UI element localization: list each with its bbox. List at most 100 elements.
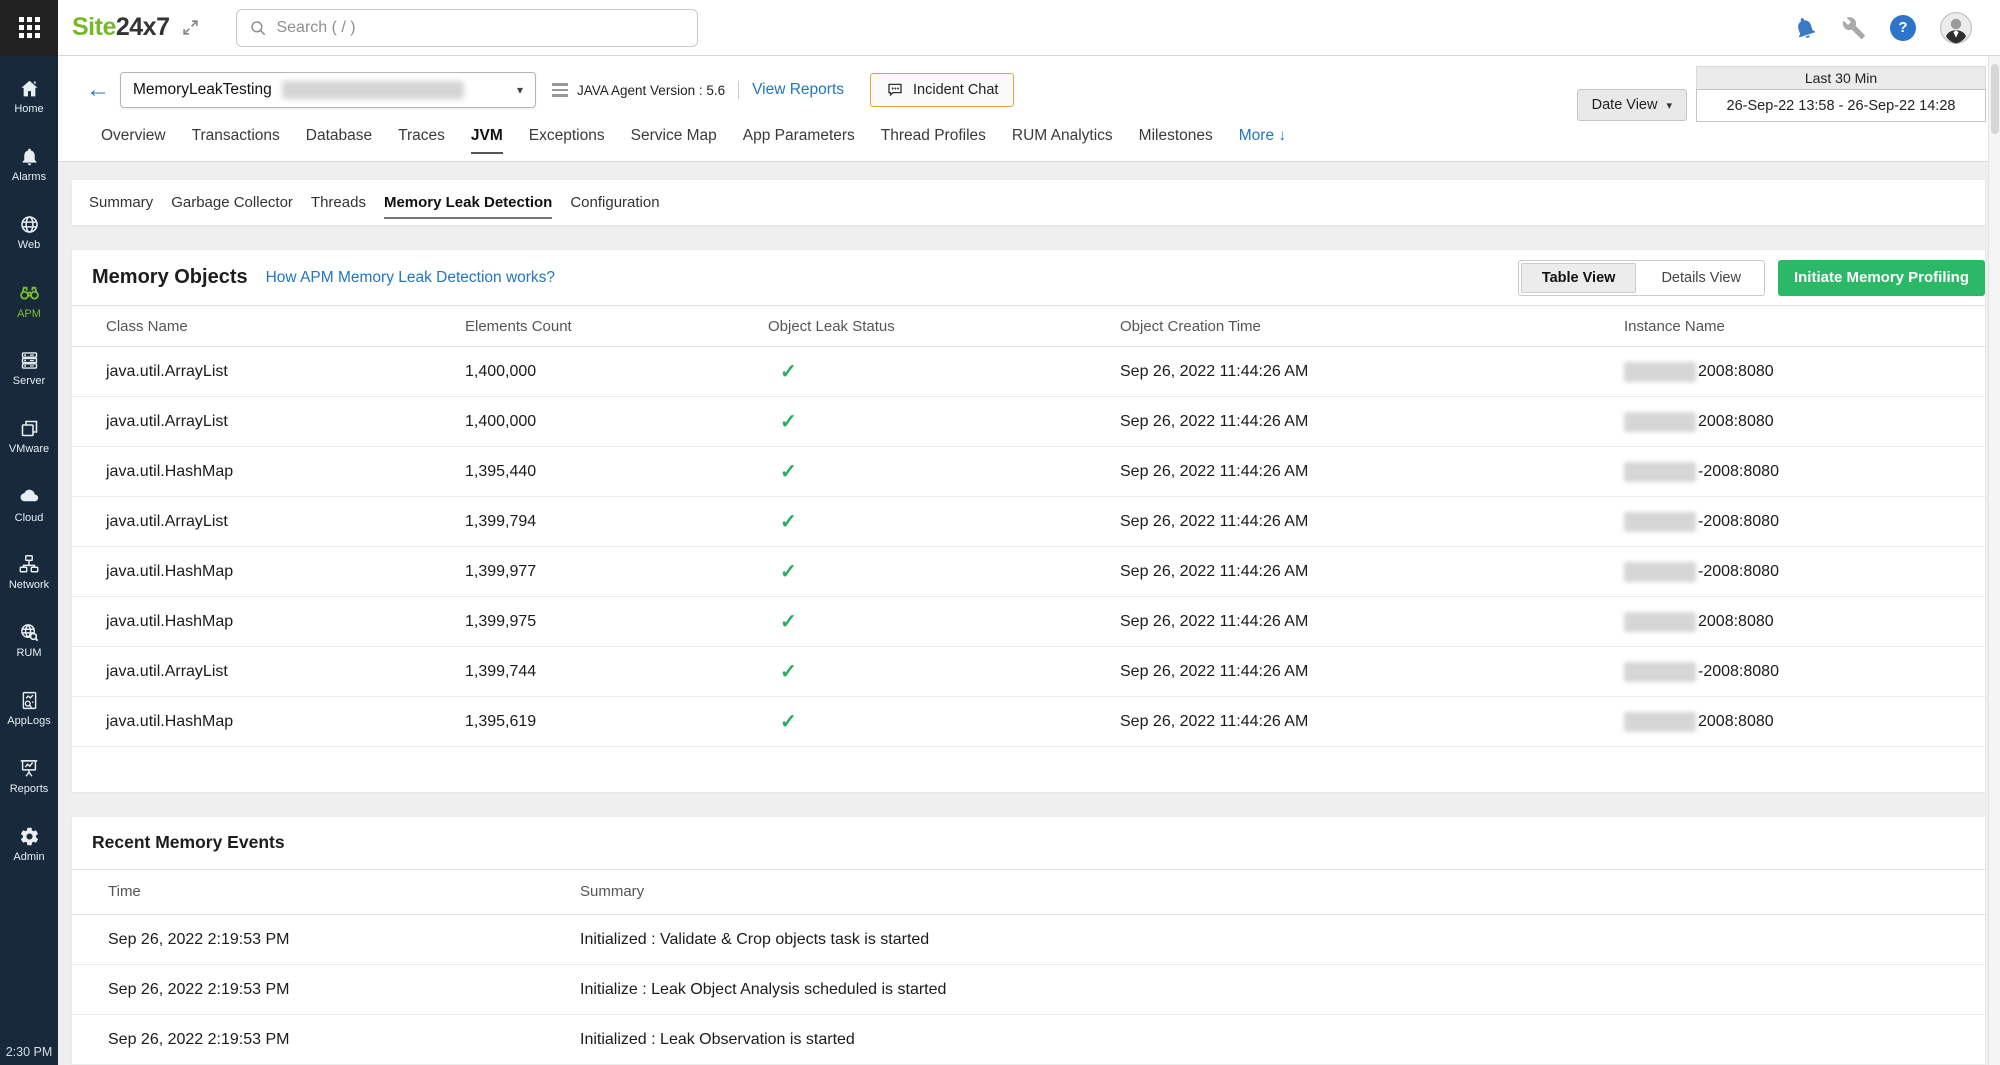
subtab-summary[interactable]: Summary bbox=[89, 180, 153, 225]
subtab-threads[interactable]: Threads bbox=[311, 180, 366, 225]
check-icon: ✓ bbox=[780, 611, 797, 633]
scrollbar-thumb[interactable] bbox=[1991, 64, 1999, 134]
sidebar-item-rum[interactable]: RUM bbox=[0, 606, 58, 674]
events-table-header: Time Summary bbox=[72, 870, 1985, 915]
check-icon: ✓ bbox=[780, 661, 797, 683]
redacted-text bbox=[1624, 412, 1696, 432]
tab-more[interactable]: More ↓ bbox=[1239, 123, 1286, 149]
date-range-picker[interactable]: 26-Sep-22 13:58 - 26-Sep-22 14:28 bbox=[1696, 89, 1986, 122]
table-view-toggle[interactable]: Table View bbox=[1521, 263, 1637, 293]
subtab-garbage-collector[interactable]: Garbage Collector bbox=[171, 180, 293, 225]
creation-time-cell: Sep 26, 2022 11:44:26 AM bbox=[1120, 613, 1624, 631]
tab-database[interactable]: Database bbox=[306, 123, 372, 149]
user-avatar[interactable] bbox=[1940, 12, 1972, 44]
tab-service-map[interactable]: Service Map bbox=[631, 123, 717, 149]
instance-name-cell: -2008:8080 bbox=[1624, 462, 1985, 482]
memory-object-row[interactable]: java.util.HashMap 1,399,977 ✓ Sep 26, 20… bbox=[72, 547, 1985, 597]
class-name-cell: java.util.ArrayList bbox=[106, 513, 465, 531]
creation-time-cell: Sep 26, 2022 11:44:26 AM bbox=[1120, 513, 1624, 531]
memory-object-row[interactable]: java.util.HashMap 1,395,440 ✓ Sep 26, 20… bbox=[72, 447, 1985, 497]
tab-milestones[interactable]: Milestones bbox=[1139, 123, 1213, 149]
instance-name-cell: -2008:8080 bbox=[1624, 512, 1985, 532]
elements-count-cell: 1,400,000 bbox=[465, 413, 768, 431]
tab-exceptions[interactable]: Exceptions bbox=[529, 123, 605, 149]
jvm-subtabs: Summary Garbage Collector Threads Memory Le… bbox=[72, 180, 1985, 225]
elements-count-cell: 1,399,975 bbox=[465, 613, 768, 631]
check-icon: ✓ bbox=[780, 461, 797, 483]
event-summary-cell: Initialize : Leak Object Analysis schedu… bbox=[580, 981, 1985, 999]
global-search[interactable] bbox=[236, 9, 698, 47]
leak-status-cell: ✓ bbox=[768, 709, 1120, 734]
check-icon: ✓ bbox=[780, 361, 797, 383]
elements-count-cell: 1,399,794 bbox=[465, 513, 768, 531]
sidebar-item-reports[interactable]: Reports bbox=[0, 742, 58, 810]
notification-bell-icon[interactable] bbox=[1792, 15, 1818, 41]
leak-status-cell: ✓ bbox=[768, 659, 1120, 684]
back-arrow-icon[interactable]: ← bbox=[86, 78, 110, 102]
sidebar-clock: 2:30 PM bbox=[0, 1045, 58, 1059]
event-summary-cell: Initialized : Validate & Crop objects ta… bbox=[580, 931, 1985, 949]
app-launcher-button[interactable] bbox=[0, 0, 58, 56]
view-reports-link[interactable]: View Reports bbox=[752, 81, 844, 99]
column-header-leak-status: Object Leak Status bbox=[768, 318, 1120, 335]
grid-icon bbox=[19, 17, 40, 38]
monitor-selector-dropdown[interactable]: MemoryLeakTesting ▾ bbox=[120, 72, 536, 108]
memory-event-row[interactable]: Sep 26, 2022 2:19:53 PM Initialize : Lea… bbox=[72, 965, 1985, 1015]
help-icon[interactable]: ? bbox=[1890, 15, 1916, 41]
initiate-memory-profiling-button[interactable]: Initiate Memory Profiling bbox=[1778, 260, 1985, 296]
instance-name-cell: 2008:8080 bbox=[1624, 612, 1985, 632]
sidebar-item-web[interactable]: Web bbox=[0, 198, 58, 266]
instance-name-cell: 2008:8080 bbox=[1624, 712, 1985, 732]
subtab-configuration[interactable]: Configuration bbox=[570, 180, 659, 225]
memory-event-row[interactable]: Sep 26, 2022 2:19:53 PM Initialized : Le… bbox=[72, 1015, 1985, 1065]
tab-rum-analytics[interactable]: RUM Analytics bbox=[1012, 123, 1113, 149]
tab-transactions[interactable]: Transactions bbox=[192, 123, 280, 149]
event-time-cell: Sep 26, 2022 2:19:53 PM bbox=[108, 1031, 580, 1049]
elements-count-cell: 1,399,977 bbox=[465, 563, 768, 581]
monitor-menu-icon[interactable] bbox=[552, 83, 568, 97]
tab-app-parameters[interactable]: App Parameters bbox=[743, 123, 855, 149]
elements-count-cell: 1,399,744 bbox=[465, 663, 768, 681]
memory-object-row[interactable]: java.util.ArrayList 1,400,000 ✓ Sep 26, … bbox=[72, 347, 1985, 397]
subtab-memory-leak-detection[interactable]: Memory Leak Detection bbox=[384, 180, 552, 225]
class-name-cell: java.util.HashMap bbox=[106, 463, 465, 481]
memory-object-row[interactable]: java.util.ArrayList 1,399,794 ✓ Sep 26, … bbox=[72, 497, 1985, 547]
tab-jvm[interactable]: JVM bbox=[471, 123, 503, 149]
memory-object-row[interactable]: java.util.HashMap 1,395,619 ✓ Sep 26, 20… bbox=[72, 697, 1985, 747]
sidebar-item-network[interactable]: Network bbox=[0, 538, 58, 606]
memory-object-row[interactable]: java.util.ArrayList 1,399,744 ✓ Sep 26, … bbox=[72, 647, 1985, 697]
section-title: Memory Objects bbox=[92, 266, 248, 289]
tab-overview[interactable]: Overview bbox=[101, 123, 166, 149]
memory-event-row[interactable]: Sep 26, 2022 2:19:53 PM Initialized : Va… bbox=[72, 915, 1985, 965]
sidebar-item-alarms[interactable]: Alarms bbox=[0, 130, 58, 198]
check-icon: ✓ bbox=[780, 511, 797, 533]
incident-chat-button[interactable]: Incident Chat bbox=[870, 73, 1014, 107]
check-icon: ✓ bbox=[780, 561, 797, 583]
sidebar-item-admin[interactable]: Admin bbox=[0, 810, 58, 878]
sidebar-item-vmware[interactable]: VMware bbox=[0, 402, 58, 470]
memory-object-row[interactable]: java.util.HashMap 1,399,975 ✓ Sep 26, 20… bbox=[72, 597, 1985, 647]
sidebar-item-apm[interactable]: APM bbox=[0, 266, 58, 334]
sidebar-item-home[interactable]: Home bbox=[0, 62, 58, 130]
date-view-button[interactable]: Date View ▾ bbox=[1577, 89, 1687, 121]
search-input[interactable] bbox=[276, 19, 685, 37]
tab-traces[interactable]: Traces bbox=[398, 123, 445, 149]
network-icon bbox=[18, 553, 40, 575]
instance-name-cell: -2008:8080 bbox=[1624, 662, 1985, 682]
date-range-cluster: Date View ▾ Last 30 Min 26-Sep-22 13:58 … bbox=[1577, 66, 1986, 122]
sidebar-item-applogs[interactable]: AppLogs bbox=[0, 674, 58, 742]
vertical-scrollbar[interactable] bbox=[1988, 56, 2000, 1065]
applogs-icon bbox=[19, 690, 40, 711]
tools-wrench-icon[interactable] bbox=[1842, 16, 1866, 40]
how-it-works-link[interactable]: How APM Memory Leak Detection works? bbox=[266, 269, 555, 287]
event-time-cell: Sep 26, 2022 2:19:53 PM bbox=[108, 931, 580, 949]
memory-object-row[interactable]: java.util.ArrayList 1,400,000 ✓ Sep 26, … bbox=[72, 397, 1985, 447]
memory-table-header: Class Name Elements Count Object Leak St… bbox=[72, 305, 1985, 347]
details-view-toggle[interactable]: Details View bbox=[1640, 263, 1762, 293]
expand-icon[interactable] bbox=[181, 18, 200, 37]
sidebar-item-cloud[interactable]: Cloud bbox=[0, 470, 58, 538]
sidebar-item-server[interactable]: Server bbox=[0, 334, 58, 402]
class-name-cell: java.util.ArrayList bbox=[106, 663, 465, 681]
site24x7-logo[interactable]: Site24x7 bbox=[72, 13, 169, 42]
tab-thread-profiles[interactable]: Thread Profiles bbox=[881, 123, 986, 149]
